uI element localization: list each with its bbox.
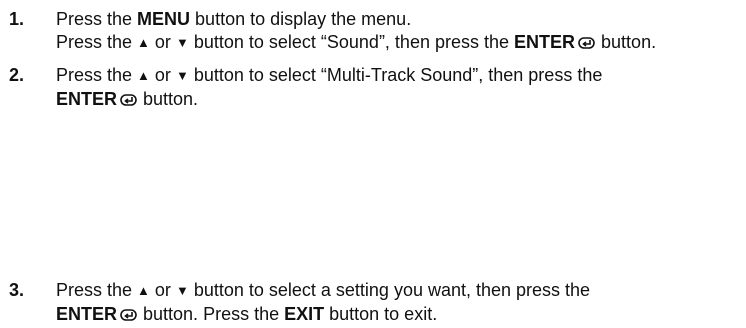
text-segment: button to exit.: [324, 304, 438, 324]
step-line: Press the ▲ or ▼ button to select a sett…: [56, 279, 744, 303]
down-arrow-icon: ▼: [175, 283, 189, 298]
text-segment: or: [149, 280, 176, 300]
step-text: Press the ▲ or ▼ button to select “Multi…: [56, 64, 744, 113]
step-line: Press the ▲ or ▼ button to select “Multi…: [56, 64, 744, 88]
text-segment: button. Press the: [138, 304, 285, 324]
up-arrow-icon: ▲: [137, 68, 150, 83]
text-segment: button to display the menu.: [190, 9, 412, 29]
text-segment: button to select “Multi-Track Sound”, th…: [188, 65, 603, 85]
down-arrow-icon: ▼: [175, 35, 189, 50]
enter-icon: [120, 90, 138, 113]
down-arrow-icon: ▼: [175, 68, 189, 83]
text-segment: button to select a setting you want, the…: [188, 280, 591, 300]
enter-button-label: ENTER: [514, 32, 576, 52]
text-segment: button to select “Sound”, then press the: [188, 32, 515, 52]
enter-button-label: ENTER: [56, 304, 118, 324]
text-segment: Press the: [56, 65, 138, 85]
step-text: Press the MENU button to display the men…: [56, 8, 744, 56]
text-segment: or: [149, 65, 176, 85]
enter-button-label: ENTER: [56, 89, 118, 109]
menu-button-label: MENU: [137, 9, 191, 29]
up-arrow-icon: ▲: [137, 283, 150, 298]
text-segment: button.: [138, 89, 199, 109]
text-segment: or: [149, 32, 176, 52]
text-segment: button.: [596, 32, 657, 52]
step-number: 2.: [9, 65, 25, 85]
step-line: Press the MENU button to display the men…: [56, 8, 744, 31]
text-segment: Press the: [56, 32, 138, 52]
step-line: ENTER button. Press the EXIT button to e…: [56, 303, 744, 328]
step-number: 1.: [9, 9, 25, 29]
enter-icon: [578, 33, 596, 56]
step-line: Press the ▲ or ▼ button to select “Sound…: [56, 31, 744, 56]
step-text: Press the ▲ or ▼ button to select a sett…: [56, 279, 744, 328]
text-segment: Press the: [56, 9, 138, 29]
step-line: ENTER button.: [56, 88, 744, 113]
step-number: 3.: [9, 280, 25, 300]
exit-button-label: EXIT: [284, 304, 325, 324]
up-arrow-icon: ▲: [137, 35, 150, 50]
enter-icon: [120, 305, 138, 328]
text-segment: Press the: [56, 280, 138, 300]
